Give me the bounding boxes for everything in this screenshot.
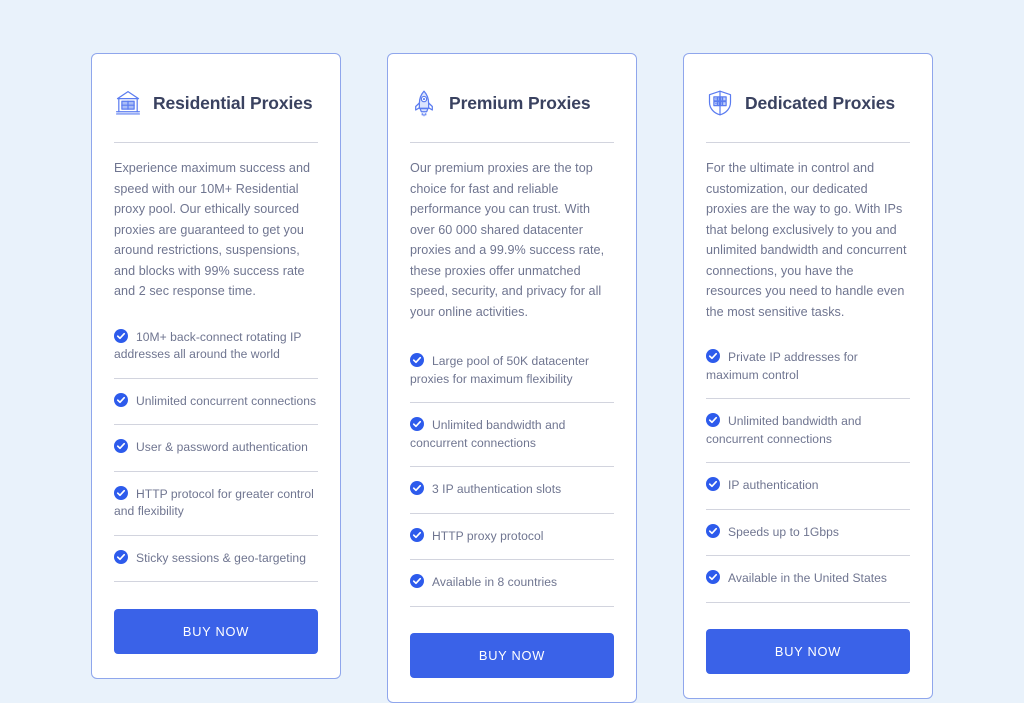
feature-label: IP authentication: [728, 478, 819, 493]
buy-now-button[interactable]: BUY NOW: [114, 609, 318, 655]
feature-item: Speeds up to 1Gbps: [706, 510, 910, 557]
feature-label: 3 IP authentication slots: [432, 482, 562, 497]
feature-item: Unlimited concurrent connections: [114, 379, 318, 426]
card-header: Residential Proxies: [114, 78, 318, 122]
card-header: Dedicated Proxies: [706, 78, 910, 122]
feature-item: Private IP addresses for maximum control: [706, 335, 910, 400]
feature-item: IP authentication: [706, 463, 910, 510]
feature-item: Available in 8 countries: [410, 560, 614, 607]
check-circle-icon: [114, 392, 128, 407]
feature-list: Large pool of 50K datacenter proxies for…: [410, 339, 614, 607]
check-circle-icon: [706, 349, 720, 364]
feature-item: 3 IP authentication slots: [410, 467, 614, 514]
check-circle-icon: [410, 527, 424, 542]
check-circle-icon: [410, 574, 424, 589]
check-circle-icon: [114, 328, 128, 343]
feature-label: Sticky sessions & geo-targeting: [136, 550, 306, 565]
card-description: Experience maximum success and speed wit…: [114, 161, 311, 299]
header-divider: [410, 142, 614, 143]
header-divider: [706, 142, 910, 143]
feature-item: Large pool of 50K datacenter proxies for…: [410, 339, 614, 404]
feature-list: Private IP addresses for maximum control…: [706, 335, 910, 603]
check-circle-icon: [114, 439, 128, 454]
pricing-cards-section: Residential Proxies Experience maximum s…: [0, 0, 1024, 703]
check-circle-icon: [114, 485, 128, 500]
check-circle-icon: [706, 570, 720, 585]
feature-item: HTTP protocol for greater control and fl…: [114, 472, 318, 536]
check-circle-icon: [706, 523, 720, 538]
check-circle-icon: [706, 413, 720, 428]
feature-label: Speeds up to 1Gbps: [728, 524, 839, 539]
feature-list: 10M+ back-connect rotating IP addresses …: [114, 315, 318, 583]
feature-label: Private IP addresses for maximum control: [706, 350, 858, 382]
card-title: Dedicated Proxies: [745, 92, 896, 113]
rocket-icon: [410, 89, 438, 117]
buy-now-button[interactable]: BUY NOW: [410, 632, 614, 678]
feature-item: User & password authentication: [114, 425, 318, 472]
pricing-card-dedicated: Dedicated Proxies For the ultimate in co…: [683, 53, 933, 699]
check-circle-icon: [410, 417, 424, 432]
buy-now-button[interactable]: BUY NOW: [706, 628, 910, 674]
check-circle-icon: [410, 353, 424, 368]
card-description: For the ultimate in control and customiz…: [706, 161, 907, 319]
feature-item: Unlimited bandwidth and concurrent conne…: [706, 399, 910, 464]
pricing-card-premium: Premium Proxies Our premium proxies are …: [387, 53, 637, 703]
bank-building-icon: [114, 89, 142, 117]
check-circle-icon: [410, 481, 424, 496]
shield-server-icon: [706, 89, 734, 117]
check-circle-icon: [706, 477, 720, 492]
card-description: Our premium proxies are the top choice f…: [410, 161, 605, 319]
feature-label: 10M+ back-connect rotating IP addresses …: [114, 329, 302, 362]
pricing-card-residential: Residential Proxies Experience maximum s…: [91, 53, 341, 680]
feature-item: 10M+ back-connect rotating IP addresses …: [114, 315, 318, 379]
feature-label: Unlimited bandwidth and concurrent conne…: [410, 418, 566, 450]
header-divider: [114, 142, 318, 143]
card-header: Premium Proxies: [410, 78, 614, 122]
feature-item: HTTP proxy protocol: [410, 514, 614, 561]
feature-label: HTTP protocol for greater control and fl…: [114, 486, 314, 519]
feature-item: Unlimited bandwidth and concurrent conne…: [410, 403, 614, 468]
card-title: Premium Proxies: [449, 92, 591, 113]
feature-item: Available in the United States: [706, 556, 910, 603]
feature-label: User & password authentication: [136, 440, 308, 455]
feature-label: Large pool of 50K datacenter proxies for…: [410, 354, 590, 386]
card-title: Residential Proxies: [153, 92, 313, 113]
check-circle-icon: [114, 549, 128, 564]
feature-label: Available in 8 countries: [432, 575, 558, 590]
feature-label: HTTP proxy protocol: [432, 528, 544, 543]
feature-item: Sticky sessions & geo-targeting: [114, 536, 318, 583]
feature-label: Unlimited bandwidth and concurrent conne…: [706, 414, 862, 446]
feature-label: Available in the United States: [728, 571, 887, 586]
feature-label: Unlimited concurrent connections: [136, 393, 317, 408]
